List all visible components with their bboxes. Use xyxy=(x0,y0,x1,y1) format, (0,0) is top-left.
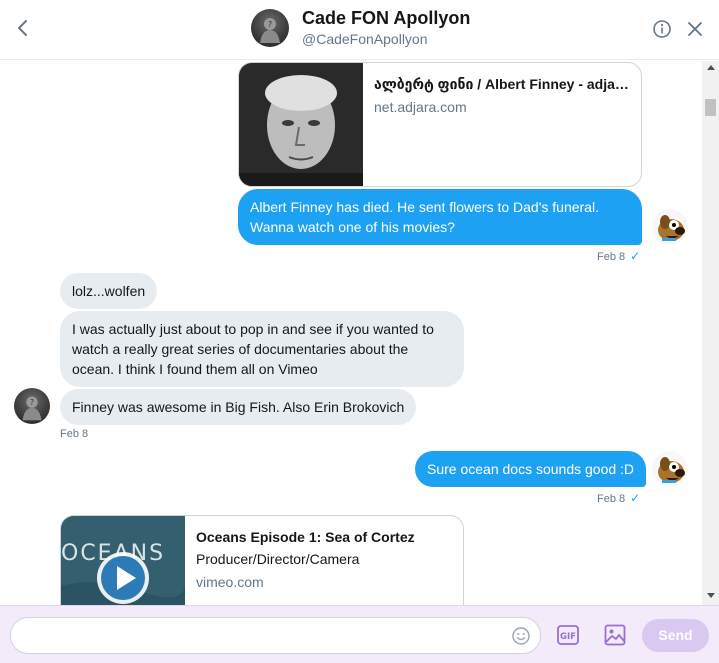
message-list-scrollbar[interactable] xyxy=(702,61,719,605)
link-preview-image xyxy=(239,63,363,186)
read-check-icon: ✓ xyxy=(630,491,641,505)
message-timestamp: Feb 8 ✓ xyxy=(597,249,640,263)
avatar[interactable] xyxy=(652,209,688,245)
link-preview-domain: net.adjara.com xyxy=(374,99,467,115)
incoming-message[interactable]: Finney was awesome in Big Fish. Also Eri… xyxy=(60,389,417,425)
conversation-handle[interactable]: @CadeFonApollyon xyxy=(302,31,428,47)
svg-text:?: ? xyxy=(268,20,272,29)
link-preview-video-thumbnail[interactable]: OCEANS xyxy=(61,516,185,605)
conversation-name[interactable]: Cade FON Apollyon xyxy=(302,8,470,29)
link-preview-card[interactable]: OCEANS Oceans Episode 1: Sea of Cortez P… xyxy=(60,515,464,605)
outgoing-message[interactable]: Sure ocean docs sounds good :D xyxy=(415,451,647,487)
scroll-up-arrow-icon[interactable] xyxy=(707,65,715,70)
image-icon[interactable] xyxy=(604,624,626,646)
outgoing-message[interactable]: Albert Finney has died. He sent flowers … xyxy=(238,189,642,245)
avatar[interactable]: ? xyxy=(14,388,50,424)
incoming-message[interactable]: I was actually just about to pop in and … xyxy=(60,311,464,387)
send-button[interactable]: Send xyxy=(642,619,709,652)
scooby-doo-icon xyxy=(652,451,688,487)
chevron-left-icon[interactable] xyxy=(12,14,34,42)
user-silhouette-icon: ? xyxy=(22,396,42,421)
timestamp-text: Feb 8 xyxy=(597,251,626,263)
message-timestamp: Feb 8 ✓ xyxy=(597,491,640,505)
message-input[interactable] xyxy=(25,626,505,646)
avatar[interactable] xyxy=(652,451,688,487)
info-icon[interactable] xyxy=(652,19,672,39)
scrollbar-thumb[interactable] xyxy=(705,99,716,116)
link-preview-title: ალბერტ ფინი / Albert Finney - adjar... xyxy=(374,76,629,92)
message-input-container[interactable] xyxy=(10,617,541,654)
message-list[interactable]: ალბერტ ფინი / Albert Finney - adjar... n… xyxy=(0,61,702,605)
gif-label: GIF xyxy=(560,632,576,642)
avatar[interactable]: ? xyxy=(251,9,289,47)
conversation-header: ? Cade FON Apollyon @CadeFonApollyon xyxy=(0,0,719,60)
incoming-message[interactable]: lolz...wolfen xyxy=(60,273,158,309)
link-preview-card[interactable]: ალბერტ ფინი / Albert Finney - adjar... n… xyxy=(238,62,642,187)
svg-text:?: ? xyxy=(30,398,34,407)
read-check-icon: ✓ xyxy=(630,249,641,263)
scooby-doo-icon xyxy=(652,209,688,245)
user-silhouette-icon: ? xyxy=(260,18,280,43)
link-preview-domain: vimeo.com xyxy=(196,574,264,590)
dm-conversation-window: ? Cade FON Apollyon @CadeFonApollyon ალბ… xyxy=(0,0,719,663)
message-timestamp: Feb 8 xyxy=(60,428,89,440)
emoji-icon[interactable] xyxy=(511,626,531,646)
scroll-down-arrow-icon[interactable] xyxy=(707,593,715,598)
link-preview-title: Oceans Episode 1: Sea of Cortez xyxy=(196,529,415,545)
gif-icon[interactable]: GIF xyxy=(557,625,579,645)
link-preview-description: Producer/Director/Camera xyxy=(196,551,360,567)
timestamp-text: Feb 8 xyxy=(597,493,626,505)
close-icon[interactable] xyxy=(687,21,703,37)
